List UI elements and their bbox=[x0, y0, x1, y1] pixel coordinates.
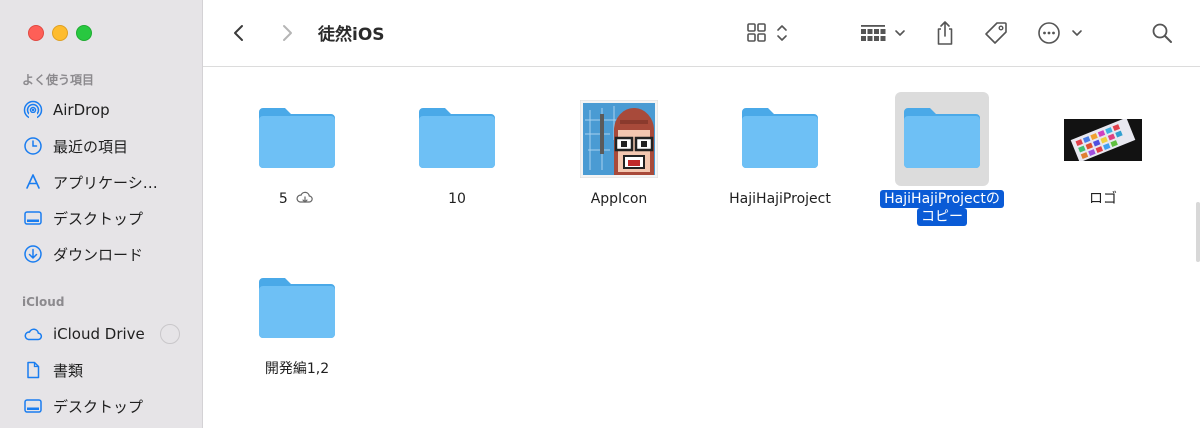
sidebar-item-documents[interactable]: 書類 bbox=[22, 356, 192, 384]
sidebar-item-icloud-desktop[interactable]: デスクトップ bbox=[22, 392, 192, 420]
group-by-button[interactable] bbox=[858, 18, 910, 48]
chevron-left-icon bbox=[234, 25, 243, 41]
ellipsis-circle-icon bbox=[1038, 22, 1082, 44]
search-icon bbox=[1152, 23, 1172, 43]
toolbar: 徒然iOS bbox=[203, 0, 1200, 67]
sidebar-item-icloud-drive[interactable]: iCloud Drive bbox=[22, 320, 192, 348]
file-name: AppIcon bbox=[590, 191, 648, 207]
file-item-folder-dev-1-2[interactable]: 開発編1,2 bbox=[227, 270, 367, 390]
file-name-line-2: コピー bbox=[917, 208, 967, 226]
sidebar-item-downloads[interactable]: ダウンロード bbox=[22, 240, 192, 268]
more-actions-button[interactable] bbox=[1036, 18, 1086, 48]
document-icon bbox=[22, 359, 44, 381]
download-icon bbox=[22, 243, 44, 265]
sidebar-item-label: アプリケーシ… bbox=[53, 173, 158, 192]
view-mode-button[interactable] bbox=[744, 18, 792, 48]
appicon-thumbnail bbox=[579, 99, 659, 179]
applications-icon bbox=[22, 171, 44, 193]
airdrop-icon bbox=[22, 99, 44, 121]
file-item-logo[interactable]: ロゴ bbox=[1033, 100, 1173, 220]
window-controls bbox=[28, 25, 92, 41]
share-icon bbox=[937, 21, 953, 45]
file-name: HajiHajiProject bbox=[729, 191, 831, 207]
desktop-icon bbox=[22, 207, 44, 229]
scrollbar[interactable] bbox=[1184, 202, 1200, 262]
favorites-section-title: よく使う項目 bbox=[22, 73, 95, 87]
sidebar-item-desktop[interactable]: デスクトップ bbox=[22, 204, 192, 232]
file-item-folder-10[interactable]: 10 bbox=[387, 100, 527, 220]
back-button[interactable] bbox=[225, 18, 253, 48]
search-button[interactable] bbox=[1147, 18, 1177, 48]
sidebar-item-label: デスクトップ bbox=[53, 209, 144, 228]
tag-icon bbox=[985, 22, 1007, 44]
close-button[interactable] bbox=[28, 25, 44, 41]
cloud-download-icon[interactable] bbox=[295, 191, 315, 205]
zoom-button[interactable] bbox=[76, 25, 92, 41]
chevron-right-icon bbox=[283, 25, 292, 41]
file-name: 5 bbox=[278, 191, 288, 207]
file-name: ロゴ bbox=[1089, 191, 1117, 207]
file-item-appicon[interactable]: AppIcon bbox=[549, 99, 689, 220]
cloud-icon bbox=[22, 323, 44, 345]
folder-icon bbox=[902, 104, 982, 174]
tags-button[interactable] bbox=[981, 18, 1011, 48]
sidebar-item-applications[interactable]: アプリケーシ… bbox=[22, 168, 192, 196]
folder-icon bbox=[740, 104, 820, 174]
window-title: 徒然iOS bbox=[318, 25, 385, 45]
icloud-progress-indicator bbox=[160, 324, 180, 344]
sidebar-item-recents[interactable]: 最近の項目 bbox=[22, 132, 192, 160]
grid-group-icon bbox=[861, 25, 905, 41]
sidebar-item-label: 書類 bbox=[53, 361, 84, 380]
sidebar: よく使う項目 AirDrop 最近の項目 アプリケーシ… デスクトップ ダウンロ… bbox=[0, 0, 203, 428]
file-item-folder-5[interactable]: 5 bbox=[227, 100, 367, 220]
logo-thumbnail bbox=[1064, 117, 1142, 163]
sidebar-item-label: AirDrop bbox=[53, 101, 110, 119]
desktop-icon bbox=[22, 395, 44, 417]
file-item-folder-hajihajiproject-copy[interactable]: HajiHajiProjectの コピー bbox=[872, 92, 1012, 232]
minimize-button[interactable] bbox=[52, 25, 68, 41]
icon-view-icon bbox=[747, 23, 787, 42]
clock-icon bbox=[22, 135, 44, 157]
folder-icon bbox=[417, 104, 497, 174]
forward-button[interactable] bbox=[273, 18, 301, 48]
folder-icon bbox=[257, 104, 337, 174]
folder-icon bbox=[257, 274, 337, 344]
sidebar-item-label: ダウンロード bbox=[53, 245, 144, 264]
sidebar-item-label: 最近の項目 bbox=[53, 137, 129, 156]
sidebar-item-airdrop[interactable]: AirDrop bbox=[22, 96, 192, 124]
share-button[interactable] bbox=[931, 18, 959, 48]
finder-window: よく使う項目 AirDrop 最近の項目 アプリケーシ… デスクトップ ダウンロ… bbox=[0, 0, 1200, 428]
file-name-line-1: HajiHajiProjectの bbox=[880, 190, 1004, 208]
file-item-folder-hajihajiproject[interactable]: HajiHajiProject bbox=[710, 100, 850, 220]
icloud-section-title: iCloud bbox=[22, 295, 65, 309]
file-name: 開発編1,2 bbox=[264, 361, 330, 377]
sidebar-item-label: デスクトップ bbox=[53, 397, 144, 416]
file-grid: 5 10 AppIcon HajiHajiProject HajiHajiPro… bbox=[203, 67, 1200, 428]
sidebar-item-label: iCloud Drive bbox=[53, 325, 145, 343]
file-name: 10 bbox=[448, 191, 466, 207]
